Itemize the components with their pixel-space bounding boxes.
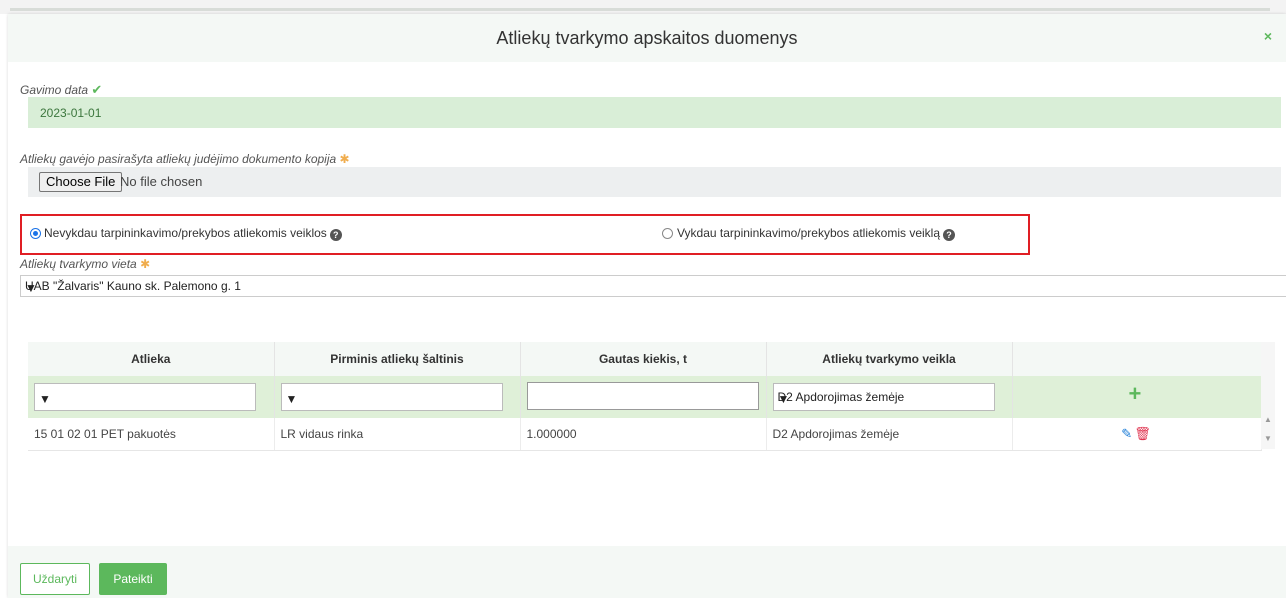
waste-table: Atlieka Pirminis atliekų šaltinis Gautas…: [28, 342, 1262, 451]
modal-header: Atliekų tvarkymo apskaitos duomenys ×: [8, 14, 1286, 62]
file-label: Atliekų gavėjo pasirašyta atliekų judėji…: [20, 152, 350, 166]
header-waste: Atlieka: [28, 342, 275, 376]
close-icon[interactable]: ×: [1260, 28, 1276, 44]
file-label-text: Atliekų gavėjo pasirašyta atliekų judėji…: [20, 152, 337, 166]
background-page-bar: [0, 0, 1286, 14]
source-select[interactable]: ▼: [280, 383, 503, 411]
file-status: No file chosen: [120, 174, 203, 189]
table-scrollbar[interactable]: [1261, 342, 1275, 449]
modal-footer: Uždaryti Pateikti: [8, 546, 1286, 598]
chevron-down-icon: ▼: [285, 392, 298, 406]
row-waste: 15 01 02 01 PET pakuotės: [28, 418, 275, 451]
header-activity: Atliekų tvarkymo veikla: [766, 342, 1013, 376]
place-label-text: Atliekų tvarkymo vieta: [20, 257, 137, 271]
scroll-up-icon[interactable]: ▲: [1264, 415, 1272, 424]
place-label: Atliekų tvarkymo vieta ✱: [20, 257, 150, 271]
header-actions: [1012, 342, 1262, 376]
row-activity: D2 Apdorojimas žemėje: [766, 418, 1013, 451]
radio-brokerage[interactable]: [662, 228, 673, 239]
radio-no-brokerage-label[interactable]: Nevykdau tarpininkavimo/prekybos atlieko…: [44, 226, 342, 241]
chevron-down-icon: ▼: [777, 392, 790, 406]
radio-brokerage-label[interactable]: Vykdau tarpininkavimo/prekybos atliekomi…: [677, 226, 956, 241]
close-button[interactable]: Uždaryti: [20, 563, 90, 595]
trash-icon[interactable]: 🗑: [1134, 426, 1151, 441]
row-actions: ✎ 🗑: [1012, 418, 1262, 451]
header-source: Pirminis atliekų šaltinis: [274, 342, 521, 376]
modal-title: Atliekų tvarkymo apskaitos duomenys: [496, 28, 798, 48]
table-row: 15 01 02 01 PET pakuotės LR vidaus rinka…: [28, 418, 1262, 451]
activity-radio-group: Nevykdau tarpininkavimo/prekybos atlieko…: [20, 214, 1030, 255]
row-amount: 1.000000: [520, 418, 767, 451]
source-cell: ▼: [274, 376, 521, 418]
waste-cell: ▼: [28, 376, 275, 418]
amount-input[interactable]: [526, 382, 759, 410]
activity-cell: D2 Apdorojimas žemėje ▼: [766, 376, 1013, 418]
row-source: LR vidaus rinka: [274, 418, 521, 451]
help-icon[interactable]: ?: [329, 229, 342, 241]
file-input[interactable]: Choose File No file chosen: [28, 167, 1281, 197]
add-row-icon[interactable]: +: [1129, 383, 1142, 405]
chevron-down-icon: ▼: [25, 281, 37, 295]
choose-file-button[interactable]: Choose File: [39, 172, 123, 192]
place-select[interactable]: UAB "Žalvaris" Kauno sk. Palemono g. 1 ▼: [20, 275, 1286, 297]
help-icon[interactable]: ?: [943, 229, 956, 241]
table-input-row: ▼ ▼ D2 Apdorojimas žemėje ▼ +: [28, 376, 1262, 418]
chevron-down-icon: ▼: [39, 392, 51, 406]
date-label-text: Gavimo data: [20, 83, 89, 97]
radio-no-brokerage-text: Nevykdau tarpininkavimo/prekybos atlieko…: [44, 226, 327, 240]
date-value: 2023-01-01: [40, 106, 102, 120]
add-cell: +: [1012, 376, 1262, 418]
required-icon: ✱: [140, 257, 151, 271]
submit-button[interactable]: Pateikti: [99, 563, 167, 595]
amount-cell: [520, 376, 767, 418]
date-label: Gavimo data ✔: [20, 82, 102, 98]
date-field[interactable]: 2023-01-01: [28, 97, 1281, 128]
modal-dialog: Atliekų tvarkymo apskaitos duomenys × Ga…: [8, 14, 1286, 598]
waste-select[interactable]: ▼: [34, 383, 256, 411]
header-amount: Gautas kiekis, t: [520, 342, 767, 376]
required-icon: ✱: [339, 152, 350, 166]
check-icon: ✔: [91, 82, 103, 97]
radio-no-brokerage[interactable]: [30, 228, 41, 239]
background-divider: [10, 8, 1270, 11]
edit-icon[interactable]: ✎: [1121, 426, 1132, 441]
radio-brokerage-text: Vykdau tarpininkavimo/prekybos atliekomi…: [677, 226, 941, 240]
scroll-down-icon[interactable]: ▼: [1264, 434, 1272, 443]
activity-select[interactable]: D2 Apdorojimas žemėje ▼: [772, 383, 995, 411]
